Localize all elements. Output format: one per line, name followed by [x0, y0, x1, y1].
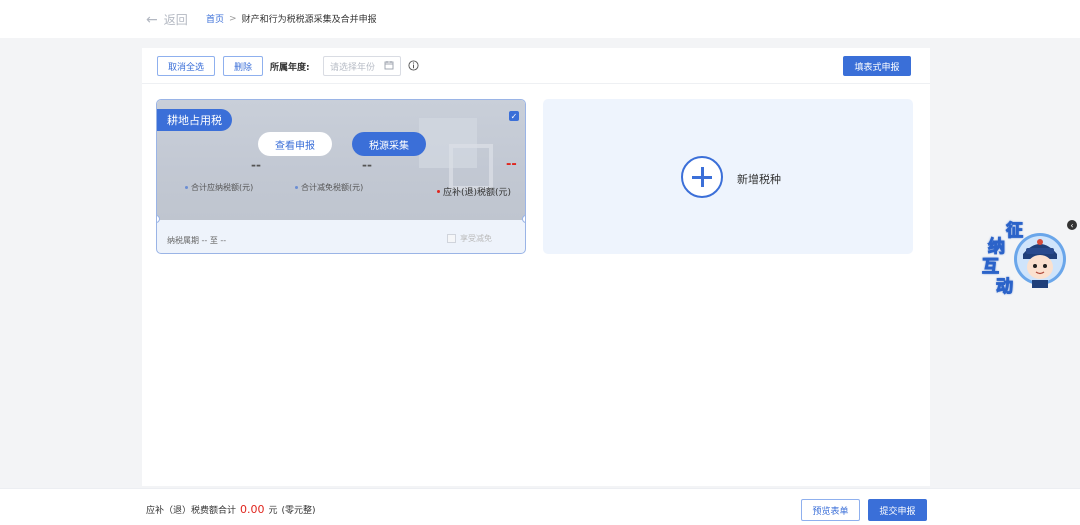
arrow-left-icon: ←	[146, 11, 158, 28]
delete-button[interactable]: 删除	[223, 56, 263, 76]
year-placeholder: 请选择年份	[330, 62, 376, 73]
back-button[interactable]: ← 返回	[146, 11, 188, 28]
source-collection-button[interactable]: 税源采集	[352, 132, 426, 156]
preview-form-button[interactable]: 预览表单	[801, 499, 860, 521]
refund-value: --	[506, 157, 517, 172]
tax-assistant-widget[interactable]: 征 纳 互 动	[978, 212, 1070, 300]
total-payable-label: 合计应纳税额(元)	[185, 182, 253, 193]
total-unit: 元	[268, 506, 278, 516]
total-amount: 0.00	[240, 503, 265, 516]
bullet-dot-icon	[185, 186, 188, 189]
refund-label: 应补(退)税额(元)	[437, 185, 511, 198]
total-relief-value: --	[362, 158, 372, 172]
breadcrumb: 首页 > 财产和行为税税源采集及合并申报	[206, 12, 377, 26]
submit-declaration-button[interactable]: 提交申报	[868, 499, 927, 521]
footer-bar: 应补（退）税费额合计 0.00 元 (零元整) 预览表单 提交申报	[0, 488, 1080, 525]
total-relief-text: 合计减免税额(元)	[301, 183, 364, 192]
deselect-all-button[interactable]: 取消全选	[157, 56, 215, 76]
assistant-char: 动	[996, 277, 1014, 298]
main-panel: 取消全选 删除 所属年度: 请选择年份 填表式申报 耕地占用税 ✓ 查看申报 税…	[142, 48, 930, 486]
plus-circle-icon	[681, 156, 723, 198]
toolbar: 取消全选 删除 所属年度: 请选择年份 填表式申报	[142, 48, 930, 84]
collapse-handle-icon[interactable]: ‹	[1067, 220, 1077, 230]
total-prefix: 应补（退）税费额合计	[146, 506, 237, 516]
total-words: (零元整)	[281, 506, 316, 516]
bullet-dot-icon	[295, 186, 298, 189]
tax-card-checkbox[interactable]: ✓	[509, 111, 519, 121]
calendar-icon	[384, 61, 394, 70]
info-icon[interactable]	[408, 60, 419, 71]
refund-text: 应补(退)税额(元)	[443, 188, 512, 198]
year-label: 所属年度:	[270, 63, 310, 73]
view-declaration-button[interactable]: 查看申报	[258, 132, 332, 156]
total-payable-value: --	[251, 158, 261, 172]
breadcrumb-current: 财产和行为税税源采集及合并申报	[241, 15, 377, 25]
total-payable-text: 合计应纳税额(元)	[191, 183, 254, 192]
total-summary: 应补（退）税费额合计 0.00 元 (零元整)	[146, 503, 316, 516]
tax-type-card: 耕地占用税 ✓ 查看申报 税源采集 -- 合计应纳税额(元) -- 合计减免税额…	[156, 99, 526, 254]
chevron-right-icon: >	[229, 13, 237, 24]
add-tax-type-label: 新增税种	[737, 173, 781, 186]
assistant-char: 征	[1006, 221, 1024, 242]
tax-card-summary: 耕地占用税 ✓ 查看申报 税源采集 -- 合计应纳税额(元) -- 合计减免税额…	[157, 100, 525, 220]
tax-type-tag: 耕地占用税	[157, 109, 232, 131]
card-notch	[522, 215, 525, 223]
back-label: 返回	[163, 13, 188, 27]
preferential-label: 享受减免	[460, 234, 492, 243]
fill-form-declare-button[interactable]: 填表式申报	[843, 56, 911, 76]
top-nav-bar: ← 返回 首页 > 财产和行为税税源采集及合并申报	[0, 0, 1080, 38]
card-notch	[157, 215, 160, 223]
add-tax-type-card[interactable]: 新增税种	[543, 99, 913, 254]
preferential-checkbox[interactable]: 享受减免	[447, 233, 492, 244]
watermark-shape	[449, 144, 493, 190]
year-picker-input[interactable]: 请选择年份	[323, 56, 401, 76]
tax-period-text: 纳税属期 -- 至 --	[167, 236, 227, 245]
breadcrumb-home-link[interactable]: 首页	[206, 12, 224, 25]
total-relief-label: 合计减免税额(元)	[295, 182, 363, 193]
checkbox-box-icon	[447, 234, 456, 243]
bullet-dot-icon	[437, 190, 440, 193]
